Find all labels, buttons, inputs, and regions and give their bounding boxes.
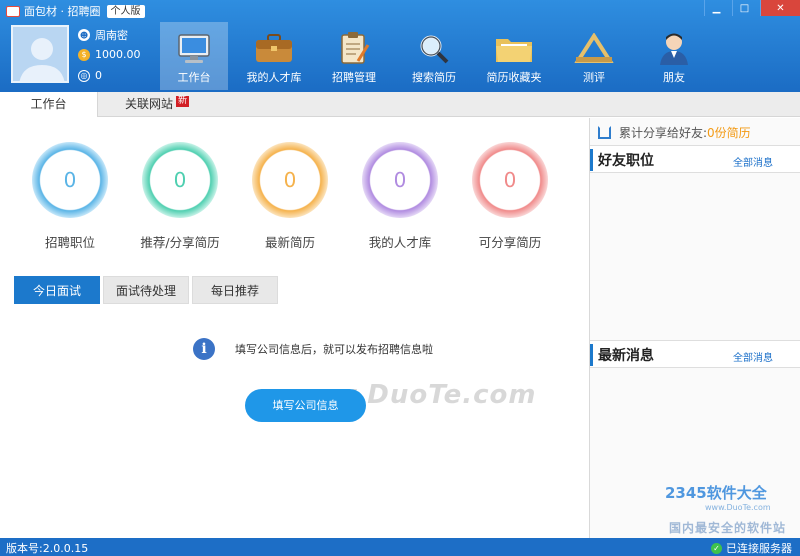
status-bar: 版本号:2.0.0.15 ✓ 已连接服务器 <box>0 538 800 556</box>
watermark-slogan: 国内最安全的软件站 <box>669 521 787 535</box>
nav-recruit-manage-label: 招聘管理 <box>332 71 376 84</box>
user-name[interactable]: 周南密 <box>95 27 128 43</box>
monitor-icon <box>178 34 210 63</box>
info-icon: i <box>193 338 215 360</box>
latest-news-header: 最新消息 全部消息 <box>590 340 800 368</box>
coins-value: 1000.00 <box>95 48 141 61</box>
watermark-2345-url: www.DuoTe.com <box>705 503 771 512</box>
points-icon: ◎ <box>78 69 90 82</box>
points-row: ◎ 0 <box>78 69 102 82</box>
nav-friends[interactable]: 朋友 <box>634 22 714 90</box>
stat-label: 推荐/分享简历 <box>140 235 220 250</box>
watermark-2345-brand: 2345软件大全 <box>665 484 767 502</box>
new-badge: 新 <box>176 96 190 107</box>
section-accent <box>590 149 593 171</box>
connection-status: ✓ 已连接服务器 <box>711 540 792 556</box>
clipboard-icon <box>341 32 370 64</box>
nav-search-resume-label: 搜索简历 <box>412 71 456 84</box>
tab-workbench[interactable]: 工作台 <box>0 92 98 117</box>
app-title: 面包材 · 招聘圈 <box>24 5 101 18</box>
stat-latest-resumes[interactable]: 0 最新简历 <box>235 142 345 251</box>
friends-jobs-title: 好友职位 <box>598 153 654 169</box>
stat-label: 最新简历 <box>264 235 315 250</box>
nav-talent-pool[interactable]: 我的人才库 <box>234 22 314 90</box>
header: 面包材 · 招聘圈 个人版 ▁ □ ✕ ☻ 周南密 $ 1000.00 ◎ 0 <box>0 0 800 92</box>
user-name-row: ☻ 周南密 <box>78 27 128 43</box>
nav-workbench[interactable]: 工作台 <box>160 22 228 90</box>
stat-label: 我的人才库 <box>368 235 432 250</box>
share-count: 0份简历 <box>707 126 751 140</box>
news-all-link[interactable]: 全部消息 <box>733 349 773 364</box>
nav-talent-pool-label: 我的人才库 <box>246 71 302 84</box>
stat-shareable-resumes[interactable]: 0 可分享简历 <box>455 142 565 251</box>
interview-tabs: 今日面试 面试待处理 每日推荐 <box>14 276 281 304</box>
stat-shared-resumes[interactable]: 0 推荐/分享简历 <box>125 142 235 251</box>
subtab-today-interview[interactable]: 今日面试 <box>14 276 100 304</box>
nav-resume-favorites[interactable]: 简历收藏夹 <box>474 22 554 90</box>
subtab-pending-interview[interactable]: 面试待处理 <box>103 276 189 304</box>
stat-ring: 0 <box>472 142 548 218</box>
version-text: 版本号:2.0.0.15 <box>6 542 89 555</box>
coin-icon: $ <box>78 48 90 61</box>
watermark-2345: 2345软件大全 www.DuoTe.com <box>665 482 795 512</box>
fill-company-info-button[interactable]: 填写公司信息 <box>245 389 366 422</box>
stat-value: 0 <box>41 151 99 209</box>
coins-row: $ 1000.00 <box>78 48 141 61</box>
company-info-notice: i 填写公司信息后，就可以发布招聘信息啦 <box>193 338 433 360</box>
avatar-placeholder-icon <box>19 38 65 81</box>
stat-value: 0 <box>151 151 209 209</box>
magnifier-icon <box>420 35 449 64</box>
stat-ring: 0 <box>32 142 108 218</box>
right-panel: 累计分享给好友: 0份简历 好友职位 全部消息 最新消息 全部消息 <box>589 118 800 538</box>
user-icon: ☻ <box>78 29 90 41</box>
share-summary: 累计分享给好友: 0份简历 <box>598 124 751 141</box>
title-bar: 面包材 · 招聘圈 个人版 <box>6 3 145 19</box>
stat-value: 0 <box>261 151 319 209</box>
share-icon <box>598 126 611 139</box>
friends-jobs-header: 好友职位 全部消息 <box>590 145 800 173</box>
person-icon <box>660 33 688 65</box>
ruler-icon <box>574 33 614 63</box>
folder-icon <box>496 39 532 62</box>
stat-label: 可分享简历 <box>478 235 542 250</box>
app-logo-icon <box>6 5 20 17</box>
stat-ring: 0 <box>142 142 218 218</box>
latest-news-title: 最新消息 <box>598 348 654 364</box>
edition-badge: 个人版 <box>106 4 145 18</box>
app-window: 面包材 · 招聘圈 个人版 ▁ □ ✕ ☻ 周南密 $ 1000.00 ◎ 0 <box>0 0 800 556</box>
nav-assessment[interactable]: 测评 <box>554 22 634 90</box>
avatar[interactable] <box>11 25 69 83</box>
close-button[interactable]: ✕ <box>760 0 800 16</box>
points-value: 0 <box>95 69 102 82</box>
connected-check-icon: ✓ <box>711 542 722 554</box>
nav-recruit-manage[interactable]: 招聘管理 <box>314 22 394 90</box>
main-nav: 工作台 我的人才库 招聘管理 搜索简历 简历收藏夹 测评 朋友 <box>160 22 714 90</box>
main-panel: 0 招聘职位 0 推荐/分享简历 0 最新简历 0 我的人才库 0 可分享简历 … <box>0 118 588 538</box>
section-accent <box>590 344 593 366</box>
briefcase-icon <box>256 34 292 62</box>
stat-ring: 0 <box>362 142 438 218</box>
nav-friends-label: 朋友 <box>663 71 685 84</box>
maximize-button[interactable]: □ <box>732 0 756 16</box>
share-prefix: 累计分享给好友: <box>619 126 708 140</box>
nav-assessment-label: 测评 <box>583 71 605 84</box>
connection-text: 已连接服务器 <box>726 542 792 555</box>
nav-resume-favorites-label: 简历收藏夹 <box>486 71 542 84</box>
stat-value: 0 <box>371 151 429 209</box>
notice-text: 填写公司信息后，就可以发布招聘信息啦 <box>235 343 433 356</box>
stat-jobs[interactable]: 0 招聘职位 <box>15 142 125 251</box>
friends-all-link[interactable]: 全部消息 <box>733 154 773 169</box>
tab-strip: 工作台 关联网站 新 <box>0 92 800 117</box>
stat-talent-pool[interactable]: 0 我的人才库 <box>345 142 455 251</box>
stat-label: 招聘职位 <box>44 235 95 250</box>
subtab-daily-recommend[interactable]: 每日推荐 <box>192 276 278 304</box>
stat-value: 0 <box>481 151 539 209</box>
nav-workbench-label: 工作台 <box>177 71 211 84</box>
nav-search-resume[interactable]: 搜索简历 <box>394 22 474 90</box>
stat-ring: 0 <box>252 142 328 218</box>
minimize-button[interactable]: ▁ <box>704 0 728 16</box>
